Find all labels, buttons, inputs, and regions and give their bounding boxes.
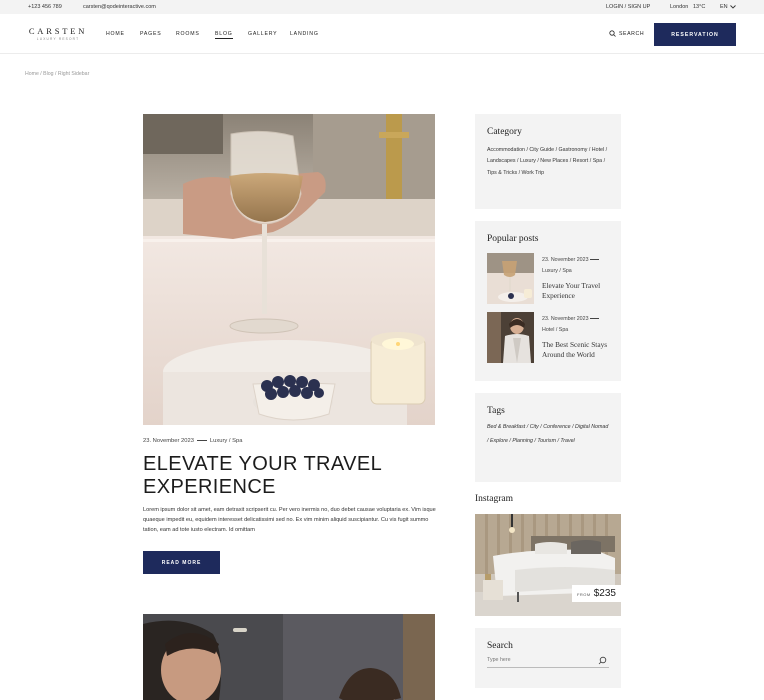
popular-post-thumbnail[interactable] — [487, 253, 534, 304]
site-header: CARSTEN LUXURY RESORT HOME PAGES ROOMS B… — [0, 14, 764, 54]
logo-name: CARSTEN — [28, 26, 88, 36]
logo-subtitle: LUXURY RESORT — [36, 37, 80, 41]
popular-post-meta: 23. November 2023 Luxury / Spa — [542, 255, 600, 276]
reservation-button[interactable]: RESERVATION — [654, 23, 736, 46]
language-select[interactable]: EN — [720, 4, 736, 10]
popular-post-item[interactable]: 23. November 2023 Hotel / Spa The Best S… — [487, 312, 609, 370]
language-label: EN — [720, 4, 728, 10]
tags-widget: Tags Bed & Breakfast / City / Conference… — [475, 393, 621, 482]
popular-posts-title: Popular posts — [487, 234, 539, 244]
post-excerpt: Lorem ipsum dolor sit amet, eam detraxit… — [143, 507, 436, 534]
sidebar-search-input[interactable]: Type here — [487, 656, 609, 668]
post-meta: 23. November 2023 Luxury / Spa — [143, 438, 242, 444]
nav-landing[interactable]: LANDING — [290, 31, 319, 37]
tags-title: Tags — [487, 406, 505, 416]
nav-gallery[interactable]: GALLERY — [248, 31, 277, 37]
search-widget-title: Search — [487, 641, 513, 651]
nav-blog[interactable]: BLOG — [215, 31, 233, 39]
read-more-button[interactable]: READ MORE — [143, 551, 220, 574]
search-widget: Search Type here — [475, 628, 621, 688]
post-title[interactable]: ELEVATE YOUR TRAVEL EXPERIENCE — [143, 453, 435, 499]
breadcrumb: Home / Blog / Right Sidebar — [25, 71, 90, 77]
instagram-image[interactable]: FROM $235 — [475, 514, 621, 616]
nav-home[interactable]: HOME — [106, 31, 125, 37]
post-title-line-1: ELEVATE YOUR TRAVEL — [143, 453, 383, 475]
price-value: $235 — [593, 588, 616, 599]
instagram-title: Instagram — [475, 494, 513, 504]
chevron-down-icon — [729, 5, 736, 9]
top-bar: +123 456 789 carsten@qodeinteractive.com… — [0, 0, 764, 14]
meta-divider — [590, 259, 600, 261]
post-date[interactable]: 23. November 2023 — [143, 438, 194, 444]
weather-city: London — [670, 4, 689, 10]
nav-rooms[interactable]: ROOMS — [176, 31, 200, 37]
popular-post-meta: 23. November 2023 Hotel / Spa — [542, 314, 600, 335]
search-icon[interactable] — [598, 656, 607, 665]
post-categories[interactable]: Luxury / Spa — [210, 438, 243, 444]
popular-post-thumbnail[interactable] — [487, 312, 534, 363]
popular-post-title[interactable]: The Best Scenic Stays Around the World — [542, 340, 620, 360]
popular-post-categories[interactable]: Hotel / Spa — [542, 327, 568, 333]
logo[interactable]: CARSTEN LUXURY RESORT — [28, 26, 88, 41]
login-signup-link[interactable]: LOGIN / SIGN UP — [606, 4, 650, 10]
email-link[interactable]: carsten@qodeinteractive.com — [83, 4, 156, 10]
popular-post-categories[interactable]: Luxury / Spa — [542, 268, 572, 274]
price-from-label: FROM — [576, 592, 591, 597]
category-title: Category — [487, 127, 522, 137]
popular-post-title[interactable]: Elevate Your Travel Experience — [542, 281, 620, 301]
price-badge: FROM $235 — [571, 585, 621, 602]
second-post-image[interactable] — [143, 614, 435, 700]
category-widget: Category Accommodation / City Guide / Ga… — [475, 114, 621, 209]
nav-pages[interactable]: PAGES — [140, 31, 162, 37]
tag-list[interactable]: Bed & Breakfast / City / Conference / Di… — [487, 421, 609, 448]
category-list[interactable]: Accommodation / City Guide / Gastronomy … — [487, 145, 609, 179]
popular-posts-widget: Popular posts 23. November 2023 Luxury /… — [475, 221, 621, 381]
header-search-label: SEARCH — [619, 30, 645, 37]
popular-post-date: 23. November 2023 — [542, 257, 589, 263]
meta-divider — [196, 439, 207, 441]
post-featured-image[interactable] — [143, 114, 435, 425]
popular-post-item[interactable]: 23. November 2023 Luxury / Spa Elevate Y… — [487, 253, 609, 311]
popular-post-date: 23. November 2023 — [542, 316, 589, 322]
phone-number[interactable]: +123 456 789 — [28, 4, 62, 10]
header-search-button[interactable]: SEARCH — [609, 30, 644, 37]
search-icon — [609, 30, 616, 37]
search-placeholder: Type here — [487, 657, 511, 663]
weather-temp: 13°C — [693, 4, 706, 10]
meta-divider — [590, 318, 600, 320]
post-title-line-2: EXPERIENCE — [143, 476, 276, 498]
